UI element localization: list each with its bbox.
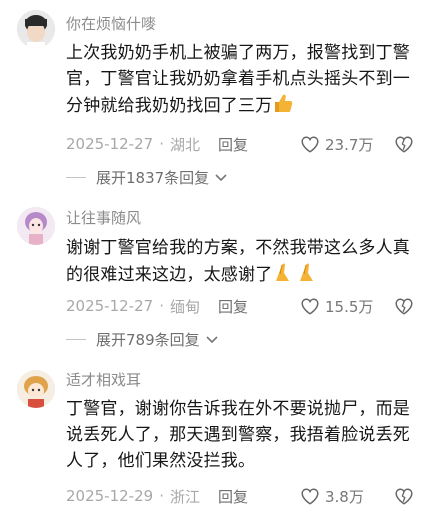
- comment-location: 湖北: [169, 135, 200, 154]
- username[interactable]: 让往事随风: [66, 207, 141, 228]
- username[interactable]: 适才相戏耳: [66, 369, 141, 390]
- comment-text-content: 谢谢丁警官给我的方案，不然我带这么多人真的很难过来这边，太感谢了: [66, 238, 410, 285]
- like-button[interactable]: 23.7万: [300, 132, 373, 156]
- divider-dash: [66, 176, 86, 178]
- expand-replies-label: 展开789条回复: [96, 330, 200, 349]
- comment-location: 缅甸: [169, 297, 200, 316]
- divider-dash: [66, 338, 86, 340]
- comment-location: 浙江: [169, 487, 200, 506]
- chevron-down-icon: [215, 168, 227, 186]
- reply-button[interactable]: 回复: [218, 134, 248, 155]
- heart-icon: [301, 488, 319, 505]
- meta-separator: ·: [159, 135, 164, 153]
- comment-text-content: 上次我奶奶手机上被骗了两万，报警找到丁警官，丁警官让我奶奶拿着手机点头摇头不到一…: [66, 43, 410, 116]
- broken-heart-icon: [395, 298, 413, 315]
- comment-text: 谢谢丁警官给我的方案，不然我带这么多人真的很难过来这边，太感谢了: [66, 235, 422, 291]
- comment-meta: 2025-12-29 · 浙江 回复: [66, 484, 248, 508]
- heart-icon: [301, 298, 319, 315]
- meta-separator: ·: [159, 487, 164, 505]
- like-button[interactable]: 3.8万: [300, 484, 364, 508]
- comment-text-content: 丁警官，谢谢你告诉我在外不要说抛尸，而是说丢死人了，那天遇到警察，我捂着脸说丢死…: [66, 399, 410, 471]
- avatar[interactable]: [17, 370, 55, 408]
- like-count: 15.5万: [325, 297, 374, 316]
- like-count: 23.7万: [325, 135, 374, 154]
- dislike-button[interactable]: [394, 294, 414, 318]
- expand-replies-label: 展开1837条回复: [96, 168, 210, 187]
- comment-text: 上次我奶奶手机上被骗了两万，报警找到丁警官，丁警官让我奶奶拿着手机点头摇头不到一…: [66, 40, 422, 122]
- chevron-down-icon: [206, 330, 218, 348]
- like-button[interactable]: 15.5万: [300, 294, 373, 318]
- comment-date: 2025-12-27: [66, 135, 154, 153]
- dislike-button[interactable]: [394, 132, 414, 156]
- avatar[interactable]: [17, 207, 55, 245]
- praying-hands-icon: [272, 261, 320, 291]
- heart-icon: [301, 136, 319, 153]
- comment-date: 2025-12-27: [66, 297, 154, 315]
- dislike-button[interactable]: [394, 484, 414, 508]
- like-count: 3.8万: [325, 487, 364, 506]
- comment-date: 2025-12-29: [66, 487, 154, 505]
- avatar-image-icon: [17, 207, 55, 245]
- thumbs-up-icon: [272, 92, 294, 122]
- meta-separator: ·: [159, 297, 164, 315]
- expand-replies-button[interactable]: 展开789条回复: [66, 328, 218, 350]
- username[interactable]: 你在烦恼什嘜: [66, 13, 156, 34]
- avatar-image-icon: [17, 370, 55, 408]
- broken-heart-icon: [395, 136, 413, 153]
- expand-replies-button[interactable]: 展开1837条回复: [66, 166, 227, 188]
- reply-button[interactable]: 回复: [218, 296, 248, 317]
- avatar-image-icon: [17, 10, 55, 48]
- comment-meta: 2025-12-27 · 湖北 回复: [66, 132, 248, 156]
- reply-button[interactable]: 回复: [218, 486, 248, 507]
- avatar[interactable]: [17, 10, 55, 48]
- broken-heart-icon: [395, 488, 413, 505]
- comment-meta: 2025-12-27 · 缅甸 回复: [66, 294, 248, 318]
- comment-text: 丁警官，谢谢你告诉我在外不要说抛尸，而是说丢死人了，那天遇到警察，我捂着脸说丢死…: [66, 396, 422, 474]
